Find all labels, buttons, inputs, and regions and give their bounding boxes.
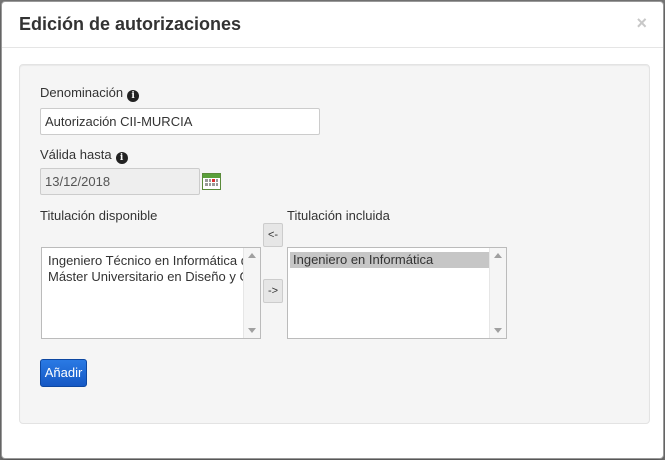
denominacion-input[interactable] [40, 108, 320, 135]
scrollbar[interactable] [243, 248, 260, 338]
list-item[interactable]: Ingeniero en Informática [290, 252, 504, 268]
close-button[interactable]: × [636, 13, 647, 33]
denominacion-label-text: Denominación [40, 85, 124, 100]
scroll-down-icon[interactable] [494, 328, 502, 333]
valida-hasta-label-text: Válida hasta [40, 147, 112, 162]
authorization-dialog: Edición de autorizaciones × Denominación… [1, 1, 664, 459]
list-item[interactable]: Ingeniero Técnico en Informática de [42, 253, 260, 269]
valida-hasta-label: Válida hasta i [40, 147, 128, 164]
scroll-up-icon[interactable] [494, 253, 502, 258]
info-icon[interactable]: i [127, 90, 140, 102]
scrollbar[interactable] [489, 248, 506, 338]
calendar-icon[interactable] [202, 173, 221, 190]
list-item[interactable]: Máster Universitario en Diseño y Ge [42, 269, 260, 285]
titulacion-incluida-label: Titulación incluida [287, 208, 390, 223]
form-panel: Denominacióni Válida hastai Titulación d… [19, 64, 650, 424]
move-left-button[interactable]: <- [263, 223, 283, 247]
info-icon[interactable]: i [115, 152, 128, 164]
dialog-header: Edición de autorizaciones × [2, 2, 663, 48]
valida-hasta-input [40, 168, 200, 195]
scroll-up-icon[interactable] [248, 253, 256, 258]
titulacion-disponible-list[interactable]: Ingeniero Técnico en Informática de Mást… [41, 247, 261, 339]
move-right-button[interactable]: -> [263, 279, 283, 303]
scroll-down-icon[interactable] [248, 328, 256, 333]
titulacion-disponible-label: Titulación disponible [40, 208, 158, 223]
add-button[interactable]: Añadir [40, 359, 87, 387]
titulacion-incluida-list[interactable]: Ingeniero en Informática [287, 247, 507, 339]
dialog-title: Edición de autorizaciones [19, 14, 242, 34]
denominacion-label: Denominación i [40, 85, 140, 102]
